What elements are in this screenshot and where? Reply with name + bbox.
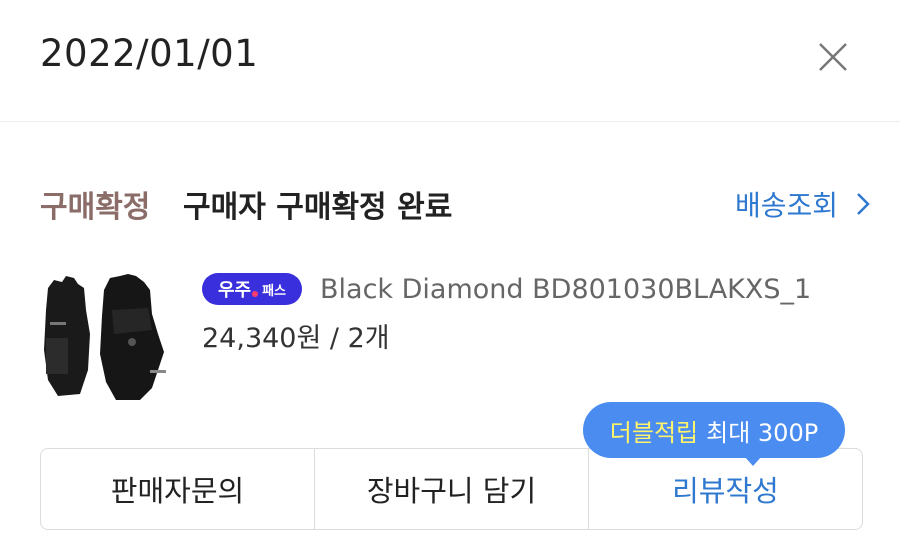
status-row: 구매확정 구매자 구매확정 완료 배송조회 — [40, 178, 870, 228]
order-date: 2022/01/01 — [40, 32, 259, 75]
product-price: 24,340원 / 2개 — [202, 323, 390, 354]
tracking-label[interactable]: 배송조회 — [735, 184, 838, 224]
product-image[interactable] — [40, 270, 172, 406]
tracking-link[interactable]: 배송조회 — [735, 184, 870, 224]
tooltip-tail — [744, 456, 762, 466]
add-to-cart-button[interactable]: 장바구니 담기 — [314, 449, 588, 529]
chevron-right-icon[interactable] — [856, 192, 870, 216]
close-button[interactable] — [812, 38, 852, 78]
seller-inquiry-button[interactable]: 판매자문의 — [41, 449, 314, 529]
status-label: 구매확정 — [40, 190, 151, 225]
tooltip-text: 최대 300P — [706, 418, 819, 447]
header: 2022/01/01 — [0, 0, 900, 122]
action-buttons: 판매자문의 장바구니 담기 리뷰작성 — [40, 448, 863, 530]
product-name[interactable]: Black Diamond BD801030BLAKXS_1 — [320, 274, 811, 305]
tooltip-highlight: 더블적립 — [609, 418, 699, 447]
write-review-button[interactable]: 리뷰작성 — [588, 449, 862, 529]
review-point-tooltip: 더블적립 최대 300P — [583, 402, 845, 458]
uju-pass-badge: 우주 패스 — [202, 273, 302, 305]
close-icon[interactable] — [812, 38, 852, 78]
status-text: 구매자 구매확정 완료 — [183, 190, 453, 225]
glove-icon — [44, 274, 166, 400]
